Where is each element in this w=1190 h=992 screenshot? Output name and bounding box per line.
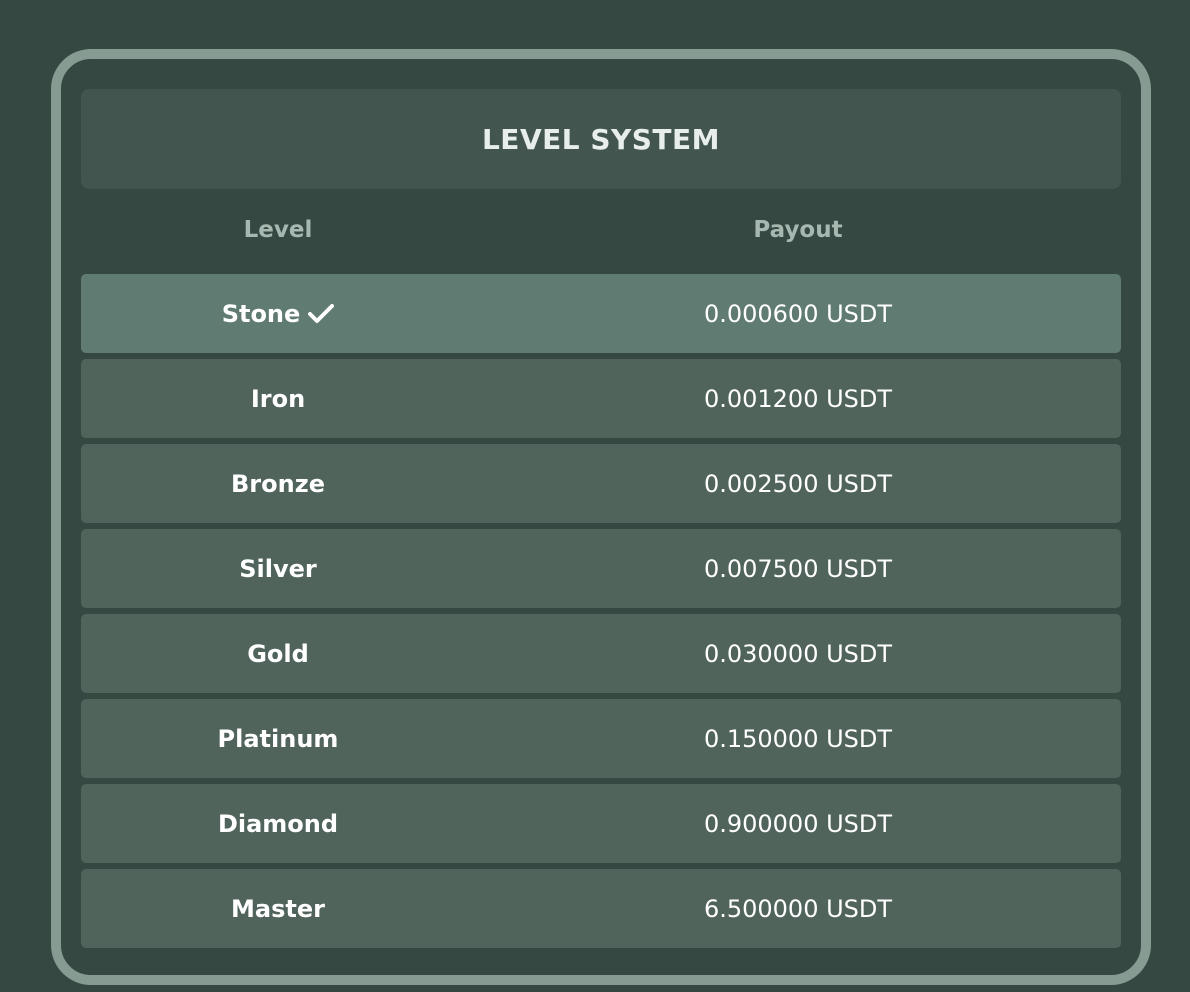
level-name: Platinum [217,724,339,753]
payout-value: 0.150000 USDT [703,724,893,753]
table-row: Stone 0.000600 USDT [81,274,1121,353]
table-row: Master 6.500000 USDT [81,869,1121,948]
table-column-headers: Level Payout [81,209,1121,251]
table-row: Gold 0.030000 USDT [81,614,1121,693]
payout-value: 0.900000 USDT [703,809,893,838]
table-row: Platinum 0.150000 USDT [81,699,1121,778]
column-header-payout: Payout [753,217,843,243]
level-name: Silver [239,554,317,583]
level-name: Master [231,894,325,923]
column-header-level: Level [243,217,313,243]
level-cell: Stone [81,300,475,328]
table-row: Bronze 0.002500 USDT [81,444,1121,523]
level-name: Gold [247,639,309,668]
level-cell: Platinum [81,725,475,753]
payout-value: 0.001200 USDT [703,384,893,413]
payout-value: 0.007500 USDT [703,554,893,583]
table-row: Silver 0.007500 USDT [81,529,1121,608]
level-system-panel: LEVEL SYSTEM Level Payout Stone 0.000600… [51,49,1151,985]
payout-value: 0.000600 USDT [703,299,893,328]
level-name: Stone [221,299,301,328]
table-row: Iron 0.001200 USDT [81,359,1121,438]
payout-value: 0.002500 USDT [703,469,893,498]
level-cell: Gold [81,640,475,668]
level-cell: Bronze [81,470,475,498]
level-name: Diamond [217,809,339,838]
level-cell: Diamond [81,810,475,838]
payout-value: 6.500000 USDT [703,894,893,923]
panel-title: LEVEL SYSTEM [481,122,721,156]
level-table: Stone 0.000600 USDT Iron 0.001200 USDT B… [81,274,1121,954]
level-cell: Silver [81,555,475,583]
level-cell: Master [81,895,475,923]
check-icon [308,303,335,323]
table-row: Diamond 0.900000 USDT [81,784,1121,863]
level-name: Iron [250,384,306,413]
level-cell: Iron [81,385,475,413]
payout-value: 0.030000 USDT [703,639,893,668]
panel-header: LEVEL SYSTEM [81,89,1121,189]
level-name: Bronze [231,469,325,498]
